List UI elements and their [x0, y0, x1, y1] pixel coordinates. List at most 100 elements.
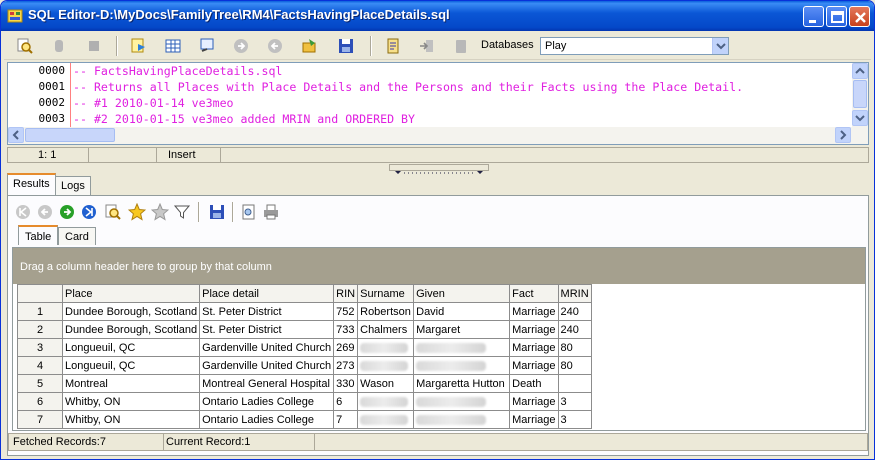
cell-mrin[interactable]: 3 — [557, 410, 592, 429]
cell-place-detail[interactable]: Gardenville United Church — [199, 356, 335, 375]
clipboard-icon[interactable] — [452, 37, 470, 55]
column-header-mrin[interactable]: MRIN — [557, 284, 592, 303]
scroll-down-button[interactable] — [852, 110, 868, 126]
cell-place-detail[interactable]: Ontario Ladies College — [199, 410, 335, 429]
code-line[interactable]: -- Returns all Places with Place Details… — [73, 79, 855, 95]
chevron-down-icon[interactable] — [712, 38, 728, 54]
table-row[interactable]: 4 Longueuil, QC Gardenville United Church 2… — [17, 356, 592, 375]
horizontal-scrollbar[interactable] — [8, 127, 868, 144]
table-row[interactable]: 6 Whitby, ON Ontario Ladies College 6 Marria… — [17, 392, 592, 411]
cell-surname[interactable] — [357, 338, 415, 357]
cell-place-detail[interactable]: St. Peter District — [199, 302, 335, 321]
row-number[interactable]: 4 — [17, 356, 63, 375]
column-header-rin[interactable]: RIN — [333, 284, 359, 303]
row-number[interactable]: 7 — [17, 410, 63, 429]
row-number[interactable]: 3 — [17, 338, 63, 357]
subtab-card[interactable]: Card — [58, 227, 96, 245]
cell-mrin[interactable] — [557, 374, 592, 393]
next-record-icon[interactable] — [58, 203, 76, 221]
cell-mrin[interactable]: 80 — [557, 356, 592, 375]
cell-surname[interactable] — [357, 356, 415, 375]
star-outline-icon[interactable] — [151, 203, 169, 221]
cell-place-detail[interactable]: Montreal General Hospital — [199, 374, 335, 393]
open-icon[interactable] — [301, 37, 319, 55]
row-number[interactable]: 2 — [17, 320, 63, 339]
square-icon[interactable] — [85, 37, 103, 55]
cell-given[interactable] — [413, 410, 511, 429]
column-header-place-detail[interactable]: Place detail — [199, 284, 335, 303]
close-button[interactable] — [849, 6, 870, 27]
stop-icon[interactable] — [50, 37, 68, 55]
cell-fact[interactable]: Marriage — [509, 392, 559, 411]
tab-logs[interactable]: Logs — [55, 176, 91, 195]
script-icon[interactable] — [384, 37, 402, 55]
cell-fact[interactable]: Marriage — [509, 302, 559, 321]
column-header-place[interactable]: Place — [61, 284, 201, 303]
cell-surname[interactable]: Chalmers — [357, 320, 415, 339]
minimize-button[interactable] — [803, 6, 824, 27]
splitter-handle[interactable] — [389, 164, 489, 174]
sql-editor[interactable]: 0000 0001 0002 0003 -- FactsHavingPlaceD… — [7, 62, 869, 145]
cell-rin[interactable]: 6 — [333, 392, 359, 411]
cell-fact[interactable]: Marriage — [509, 410, 559, 429]
code-area[interactable]: -- FactsHavingPlaceDetails.sql -- Return… — [73, 63, 855, 127]
cell-place[interactable]: Montreal — [61, 374, 201, 393]
subtab-table[interactable]: Table — [18, 225, 59, 245]
cell-mrin[interactable]: 240 — [557, 320, 592, 339]
cell-place[interactable]: Dundee Borough, Scotland — [61, 320, 201, 339]
table-row[interactable]: 1 Dundee Borough, Scotland St. Peter Distr… — [17, 302, 592, 321]
filter-icon[interactable] — [173, 203, 191, 221]
cell-surname[interactable]: Robertson — [357, 302, 415, 321]
vertical-scroll-thumb[interactable] — [853, 80, 867, 108]
last-record-icon[interactable] — [80, 203, 98, 221]
execute-icon[interactable] — [130, 37, 148, 55]
explain-icon[interactable] — [198, 37, 216, 55]
save-icon[interactable] — [208, 203, 226, 221]
scroll-right-button[interactable] — [835, 127, 851, 143]
cell-place[interactable]: Longueuil, QC — [61, 338, 201, 357]
scroll-up-button[interactable] — [852, 63, 868, 79]
forward-icon[interactable] — [232, 37, 250, 55]
cell-surname[interactable] — [357, 392, 415, 411]
cell-given[interactable] — [413, 338, 511, 357]
code-line[interactable]: -- FactsHavingPlaceDetails.sql — [73, 63, 855, 79]
cell-given[interactable] — [413, 356, 511, 375]
row-number[interactable]: 1 — [17, 302, 63, 321]
cell-mrin[interactable]: 3 — [557, 392, 592, 411]
cell-place[interactable]: Dundee Borough, Scotland — [61, 302, 201, 321]
cell-fact[interactable]: Death — [509, 374, 559, 393]
cell-place-detail[interactable]: Gardenville United Church — [199, 338, 335, 357]
table-row[interactable]: 5 Montreal Montreal General Hospital 330 Was… — [17, 374, 592, 393]
cell-place-detail[interactable]: St. Peter District — [199, 320, 335, 339]
column-header-fact[interactable]: Fact — [509, 284, 559, 303]
cell-rin[interactable]: 7 — [333, 410, 359, 429]
cell-rin[interactable]: 330 — [333, 374, 359, 393]
row-number[interactable]: 5 — [17, 374, 63, 393]
title-bar[interactable]: SQL Editor-D:\MyDocs\FamilyTree\RM4\Fact… — [1, 1, 874, 31]
code-line[interactable]: -- #1 2010-01-14 ve3meo — [73, 95, 855, 111]
maximize-button[interactable] — [826, 6, 847, 27]
column-header-surname[interactable]: Surname — [357, 284, 415, 303]
grid-icon[interactable] — [164, 37, 182, 55]
first-record-icon[interactable] — [14, 203, 32, 221]
table-row[interactable]: 3 Longueuil, QC Gardenville United Church 2… — [17, 338, 592, 357]
cell-rin[interactable]: 273 — [333, 356, 359, 375]
export-icon[interactable] — [418, 37, 436, 55]
star-icon[interactable] — [128, 203, 146, 221]
scroll-left-button[interactable] — [8, 127, 24, 143]
preview-icon[interactable] — [240, 203, 258, 221]
print-icon[interactable] — [262, 203, 280, 221]
find-icon[interactable] — [104, 203, 122, 221]
cell-rin[interactable]: 269 — [333, 338, 359, 357]
cell-mrin[interactable]: 240 — [557, 302, 592, 321]
cell-surname[interactable] — [357, 410, 415, 429]
cell-place[interactable]: Longueuil, QC — [61, 356, 201, 375]
table-row[interactable]: 2 Dundee Borough, Scotland St. Peter Distr… — [17, 320, 592, 339]
cell-fact[interactable]: Marriage — [509, 320, 559, 339]
cell-given[interactable] — [413, 392, 511, 411]
cell-rin[interactable]: 733 — [333, 320, 359, 339]
cell-mrin[interactable]: 80 — [557, 338, 592, 357]
database-select[interactable]: Play — [540, 37, 729, 55]
group-by-area[interactable]: Drag a column header here to group by th… — [13, 248, 865, 284]
cell-given[interactable]: Margaret — [413, 320, 511, 339]
